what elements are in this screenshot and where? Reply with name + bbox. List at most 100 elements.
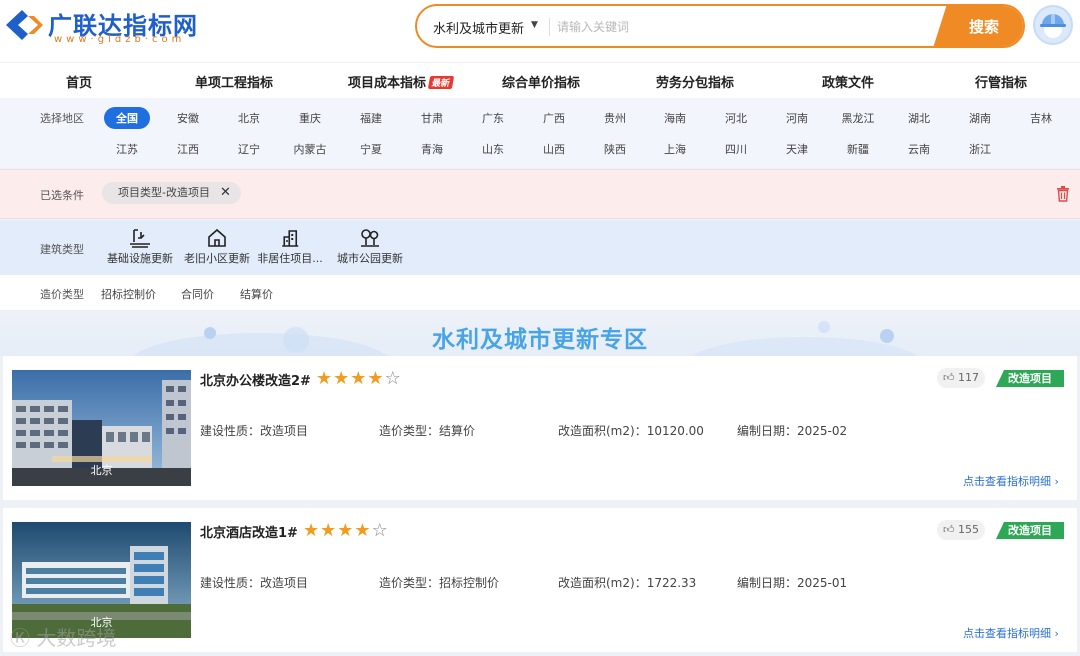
like-button[interactable]: 👍︎ 117 [937, 368, 985, 388]
region-option[interactable]: 上海 [664, 141, 686, 157]
star-filled-icon: ★ [354, 520, 372, 541]
project-type-tag: 改造项目 [996, 370, 1064, 387]
region-option[interactable]: 重庆 [299, 110, 321, 126]
region-option[interactable]: 山东 [482, 141, 504, 157]
trash-icon[interactable] [1056, 186, 1070, 202]
region-option[interactable]: 河南 [786, 110, 808, 126]
region-option[interactable]: 广西 [543, 110, 565, 126]
like-button[interactable]: 👍︎ 155 [937, 520, 985, 540]
building-type-label: 非居住项目... [257, 252, 323, 265]
avatar[interactable] [1033, 5, 1073, 45]
region-option[interactable]: 湖北 [908, 110, 930, 126]
watermark-logo-icon: Ⓚ [10, 626, 30, 650]
like-count: 117 [958, 371, 979, 384]
nav-industry[interactable]: 行管指标 [975, 72, 1027, 91]
region-option[interactable]: 广东 [482, 110, 504, 126]
region-option[interactable]: 北京 [238, 110, 260, 126]
region-option[interactable]: 江西 [177, 141, 199, 157]
nav-home[interactable]: 首页 [66, 72, 92, 91]
region-option[interactable]: 河北 [725, 110, 747, 126]
condition-chip[interactable]: 项目类型-改造项目 ✕ [102, 182, 241, 204]
building-label: 建筑类型 [40, 243, 84, 256]
star-empty-icon: ☆ [371, 520, 389, 541]
cost-type-filter: 造价类型 招标控制价 合同价 结算价 [0, 275, 1080, 311]
region-option[interactable]: 吉林 [1030, 110, 1052, 126]
star-filled-icon: ★ [337, 520, 355, 541]
search-button[interactable]: 搜索 [933, 6, 1023, 46]
region-option[interactable]: 青海 [421, 141, 443, 157]
building-type-infrastructure[interactable]: 基础设施更新 [107, 228, 173, 266]
project-image[interactable]: 北京 [12, 522, 191, 638]
building-type-label: 老旧小区更新 [184, 252, 250, 265]
region-filter: 选择地区 全国 安徽 北京 重庆 福建 甘肃 广东 广西 贵州 海南 河北 河南 黑龙江 湖北 湖南 吉林 江… [0, 98, 1080, 168]
renovation-area: 改造面积(m2)：1722.33 [558, 576, 697, 590]
region-option[interactable]: 浙江 [969, 141, 991, 157]
building-type-old-community[interactable]: 老旧小区更新 [184, 228, 250, 266]
region-option[interactable]: 云南 [908, 141, 930, 157]
zone-banner: 水利及城市更新专区 [0, 311, 1080, 356]
park-icon [361, 229, 379, 247]
building-type-label: 城市公园更新 [337, 252, 403, 265]
region-option[interactable]: 四川 [725, 141, 747, 157]
chevron-right-icon: › [1054, 475, 1059, 488]
building-type-non-residential[interactable]: 非居住项目... [257, 228, 323, 266]
region-option[interactable]: 新疆 [847, 141, 869, 157]
nav-label: 首页 [66, 76, 93, 91]
project-title[interactable]: 北京酒店改造1# [200, 522, 298, 541]
compile-date: 编制日期：2025-02 [737, 424, 848, 438]
watermark-text: 大数跨境 [36, 626, 117, 650]
region-option[interactable]: 全国 [104, 107, 150, 129]
nav-policy[interactable]: 政策文件 [822, 72, 874, 91]
watermark: Ⓚ 大数跨境 [10, 622, 116, 651]
link-label: 点击查看指标明细 [963, 627, 1051, 640]
region-option[interactable]: 辽宁 [238, 141, 260, 157]
region-option[interactable]: 海南 [664, 110, 686, 126]
selected-conditions: 已选条件 项目类型-改造项目 ✕ [0, 169, 1080, 219]
nav-unit-price[interactable]: 综合单价指标 [502, 72, 580, 91]
project-image[interactable]: 北京 [12, 370, 191, 486]
project-title[interactable]: 北京办公楼改造2# [200, 370, 311, 389]
search-input[interactable] [557, 14, 927, 40]
cost-option-contract[interactable]: 合同价 [181, 286, 214, 302]
region-option[interactable]: 天津 [786, 141, 808, 157]
logo-subtitle: www·gldzb·com [54, 34, 186, 45]
region-option[interactable]: 甘肃 [421, 110, 443, 126]
project-card[interactable]: 北京 北京办公楼改造2# ★★★★☆ 建设性质：改造项目 造价类型：结算价 改造… [3, 356, 1077, 500]
header: 广联达指标网 www·gldzb·com 水利及城市更新 ▼ 搜索 [0, 0, 1080, 62]
close-icon[interactable]: ✕ [220, 182, 231, 204]
region-option[interactable]: 内蒙古 [294, 141, 327, 157]
cost-option-settlement[interactable]: 结算价 [240, 286, 273, 302]
link-label: 点击查看指标明细 [963, 475, 1051, 488]
view-details-link[interactable]: 点击查看指标明细 › [963, 473, 1059, 489]
region-option[interactable]: 江苏 [116, 141, 138, 157]
caret-down-icon[interactable]: ▼ [531, 20, 538, 30]
star-filled-icon: ★ [303, 520, 321, 541]
project-card[interactable]: 北京 北京酒店改造1# ★★★★☆ 建设性质：改造项目 造价类型：招标控制价 改… [3, 508, 1077, 652]
nav-label: 行管指标 [975, 76, 1028, 91]
region-option[interactable]: 宁夏 [360, 141, 382, 157]
view-details-link[interactable]: 点击查看指标明细 › [963, 625, 1059, 641]
image-location-label: 北京 [90, 464, 113, 477]
nav-label: 综合单价指标 [502, 76, 581, 91]
region-option[interactable]: 贵州 [604, 110, 626, 126]
region-option[interactable]: 陕西 [604, 141, 626, 157]
region-option[interactable]: 山西 [543, 141, 565, 157]
region-option[interactable]: 湖南 [969, 110, 991, 126]
thumbs-up-icon: 👍︎ [943, 523, 955, 536]
search-divider [549, 18, 550, 36]
region-option[interactable]: 福建 [360, 110, 382, 126]
region-option[interactable]: 安徽 [177, 110, 199, 126]
new-badge: 最新 [427, 76, 455, 89]
nav-project-cost[interactable]: 项目成本指标 最新 [348, 72, 455, 91]
nav-single-project[interactable]: 单项工程指标 [195, 72, 273, 91]
nav-label: 项目成本指标 [348, 76, 427, 91]
search-category-select[interactable]: 水利及城市更新 [433, 18, 524, 37]
star-filled-icon: ★ [316, 368, 334, 389]
region-option[interactable]: 黑龙江 [842, 110, 875, 126]
search-bar: 水利及城市更新 ▼ 搜索 [415, 4, 1025, 48]
nav-labor[interactable]: 劳务分包指标 [656, 72, 734, 91]
cost-option-bid-control[interactable]: 招标控制价 [101, 286, 156, 302]
infrastructure-icon [130, 229, 150, 248]
logo[interactable]: 广联达指标网 www·gldzb·com [4, 6, 224, 46]
building-type-park[interactable]: 城市公园更新 [337, 228, 403, 266]
